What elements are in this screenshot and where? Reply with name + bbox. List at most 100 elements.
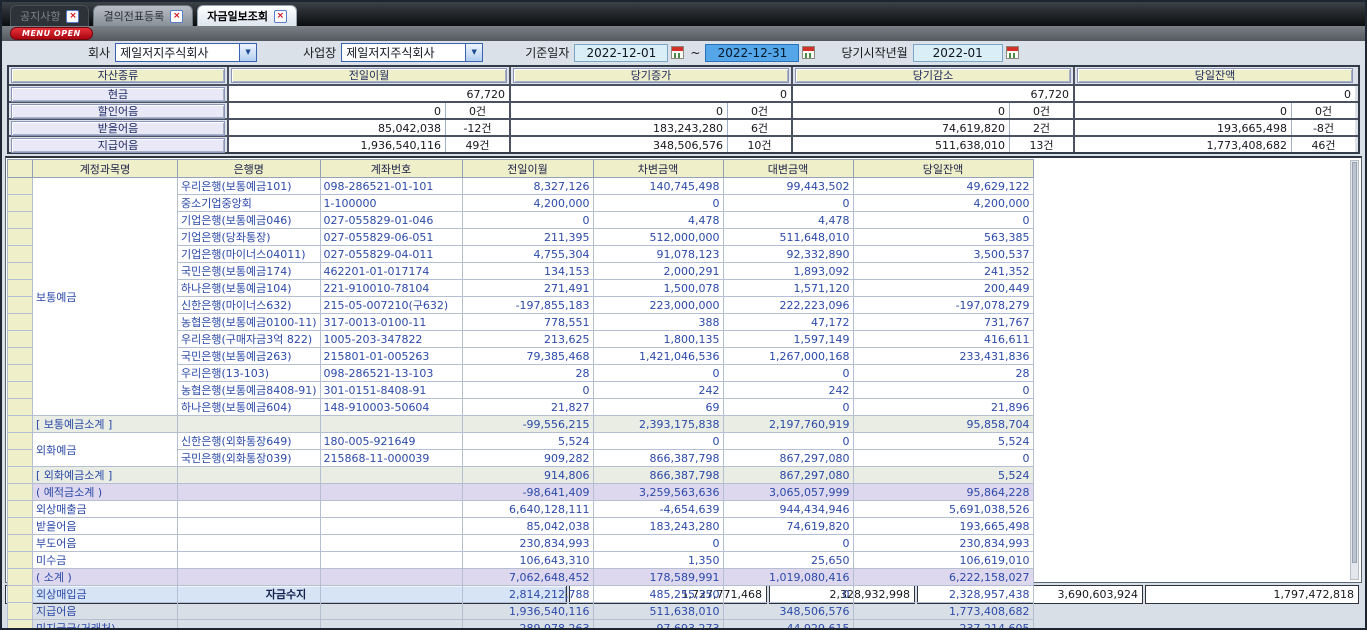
account-number-cell[interactable]: 027-055829-06-051 (320, 229, 462, 246)
base-date-from-input[interactable]: 2022-12-01 (574, 44, 668, 62)
bank-name-cell[interactable]: 기업은행(마이너스04011) (178, 246, 321, 263)
period-start-input[interactable]: 2022-01 (913, 44, 1003, 62)
row-indicator[interactable] (8, 280, 33, 297)
amount-cell-0[interactable]: 1,936,540,116 (462, 603, 593, 620)
account-number-cell[interactable] (320, 416, 462, 433)
bank-name-cell[interactable] (178, 603, 321, 620)
bank-name-cell[interactable]: 기업은행(보통예금046) (178, 212, 321, 229)
amount-cell-1[interactable]: 3,259,563,636 (593, 484, 723, 501)
tab-voucher-entry[interactable]: 결의전표등록 × (93, 5, 193, 26)
amount-cell-0[interactable]: 230,834,993 (462, 535, 593, 552)
amount-cell-2[interactable]: 44,929,615 (723, 620, 853, 630)
amount-cell-0[interactable]: 21,827 (462, 399, 593, 416)
account-number-cell[interactable]: 1005-203-347822 (320, 331, 462, 348)
vertical-scrollbar[interactable] (1350, 160, 1359, 580)
amount-cell-3[interactable]: 21,896 (853, 399, 1033, 416)
row-indicator[interactable] (8, 399, 33, 416)
amount-cell-0[interactable]: 914,806 (462, 467, 593, 484)
account-number-cell[interactable]: 215801-01-005263 (320, 348, 462, 365)
amount-cell-0[interactable]: -197,855,183 (462, 297, 593, 314)
amount-cell-2[interactable]: 0 (723, 586, 853, 603)
row-indicator[interactable] (8, 229, 33, 246)
amount-cell-0[interactable]: 79,385,468 (462, 348, 593, 365)
amount-cell-0[interactable]: 106,643,310 (462, 552, 593, 569)
amount-cell-3[interactable]: 28 (853, 365, 1033, 382)
amount-cell-1[interactable]: 242 (593, 382, 723, 399)
amount-cell-3[interactable]: 731,767 (853, 314, 1033, 331)
amount-cell-3[interactable]: 241,352 (853, 263, 1033, 280)
amount-cell-2[interactable]: 0 (723, 535, 853, 552)
account-number-cell[interactable]: 1-100000 (320, 195, 462, 212)
amount-cell-1[interactable]: 485,255,350 (593, 586, 723, 603)
amount-cell-0[interactable]: 28 (462, 365, 593, 382)
row-indicator[interactable] (8, 603, 33, 620)
bank-name-cell[interactable]: 신한은행(마이너스632) (178, 297, 321, 314)
amount-cell-3[interactable]: 5,524 (853, 467, 1033, 484)
amount-cell-3[interactable]: 2,328,957,438 (853, 586, 1033, 603)
row-indicator[interactable] (8, 467, 33, 484)
amount-cell-1[interactable]: 0 (593, 365, 723, 382)
row-indicator[interactable] (8, 501, 33, 518)
amount-cell-2[interactable]: 1,267,000,168 (723, 348, 853, 365)
amount-cell-2[interactable]: 1,893,092 (723, 263, 853, 280)
row-indicator[interactable] (8, 433, 33, 450)
row-indicator[interactable] (8, 365, 33, 382)
account-number-cell[interactable]: 462201-01-017174 (320, 263, 462, 280)
amount-cell-1[interactable]: 69 (593, 399, 723, 416)
close-icon[interactable]: × (170, 10, 183, 23)
amount-cell-0[interactable]: -99,556,215 (462, 416, 593, 433)
amount-cell-3[interactable]: -197,078,279 (853, 297, 1033, 314)
amount-cell-2[interactable]: 348,506,576 (723, 603, 853, 620)
amount-cell-1[interactable]: 2,000,291 (593, 263, 723, 280)
amount-cell-1[interactable]: 0 (593, 535, 723, 552)
amount-cell-3[interactable]: 95,864,228 (853, 484, 1033, 501)
amount-cell-2[interactable]: 74,619,820 (723, 518, 853, 535)
amount-cell-1[interactable]: 388 (593, 314, 723, 331)
row-indicator[interactable] (8, 620, 33, 630)
bank-name-cell[interactable] (178, 535, 321, 552)
bank-name-cell[interactable] (178, 467, 321, 484)
amount-cell-3[interactable]: 200,449 (853, 280, 1033, 297)
amount-cell-2[interactable]: 92,332,890 (723, 246, 853, 263)
amount-cell-3[interactable]: 563,385 (853, 229, 1033, 246)
row-indicator[interactable] (8, 348, 33, 365)
amount-cell-1[interactable]: 0 (593, 195, 723, 212)
amount-cell-1[interactable]: 0 (593, 433, 723, 450)
amount-cell-0[interactable]: 6,640,128,111 (462, 501, 593, 518)
bank-name-cell[interactable] (178, 484, 321, 501)
bank-name-cell[interactable]: 우리은행(구매자금3억 822) (178, 331, 321, 348)
bank-name-cell[interactable]: 농협은행(보통예금0100-11) (178, 314, 321, 331)
amount-cell-1[interactable]: 223,000,000 (593, 297, 723, 314)
amount-cell-2[interactable]: 242 (723, 382, 853, 399)
company-select[interactable]: 제일저지주식회사 ▼ (115, 43, 257, 62)
amount-cell-3[interactable]: 193,665,498 (853, 518, 1033, 535)
amount-cell-3[interactable]: 0 (853, 382, 1033, 399)
close-icon[interactable]: × (274, 10, 287, 23)
row-indicator[interactable] (8, 212, 33, 229)
scrollbar-thumb[interactable] (1352, 162, 1357, 563)
row-indicator[interactable] (8, 195, 33, 212)
amount-cell-2[interactable]: 0 (723, 399, 853, 416)
amount-cell-0[interactable]: 7,062,648,452 (462, 569, 593, 586)
account-name-cell[interactable]: 받을어음 (33, 518, 178, 535)
amount-cell-2[interactable]: 0 (723, 195, 853, 212)
amount-cell-0[interactable]: 4,200,000 (462, 195, 593, 212)
amount-cell-1[interactable]: 866,387,798 (593, 450, 723, 467)
account-name-cell[interactable]: [ 외화예금소계 ] (33, 467, 178, 484)
bank-name-cell[interactable]: 하나은행(보통예금104) (178, 280, 321, 297)
bank-name-cell[interactable] (178, 552, 321, 569)
amount-cell-3[interactable]: 237,214,605 (853, 620, 1033, 630)
row-indicator[interactable] (8, 314, 33, 331)
account-name-cell[interactable]: 보통예금 (33, 178, 178, 416)
row-indicator[interactable] (8, 331, 33, 348)
row-indicator[interactable] (8, 297, 33, 314)
amount-cell-1[interactable]: 183,243,280 (593, 518, 723, 535)
bank-name-cell[interactable]: 기업은행(당좌통장) (178, 229, 321, 246)
calendar-icon[interactable] (802, 46, 815, 59)
account-number-cell[interactable]: 180-005-921649 (320, 433, 462, 450)
bank-name-cell[interactable]: 중소기업중앙회 (178, 195, 321, 212)
row-indicator[interactable] (8, 535, 33, 552)
amount-cell-1[interactable]: 91,078,123 (593, 246, 723, 263)
row-indicator[interactable] (8, 178, 33, 195)
amount-cell-0[interactable]: 2,814,212,788 (462, 586, 593, 603)
